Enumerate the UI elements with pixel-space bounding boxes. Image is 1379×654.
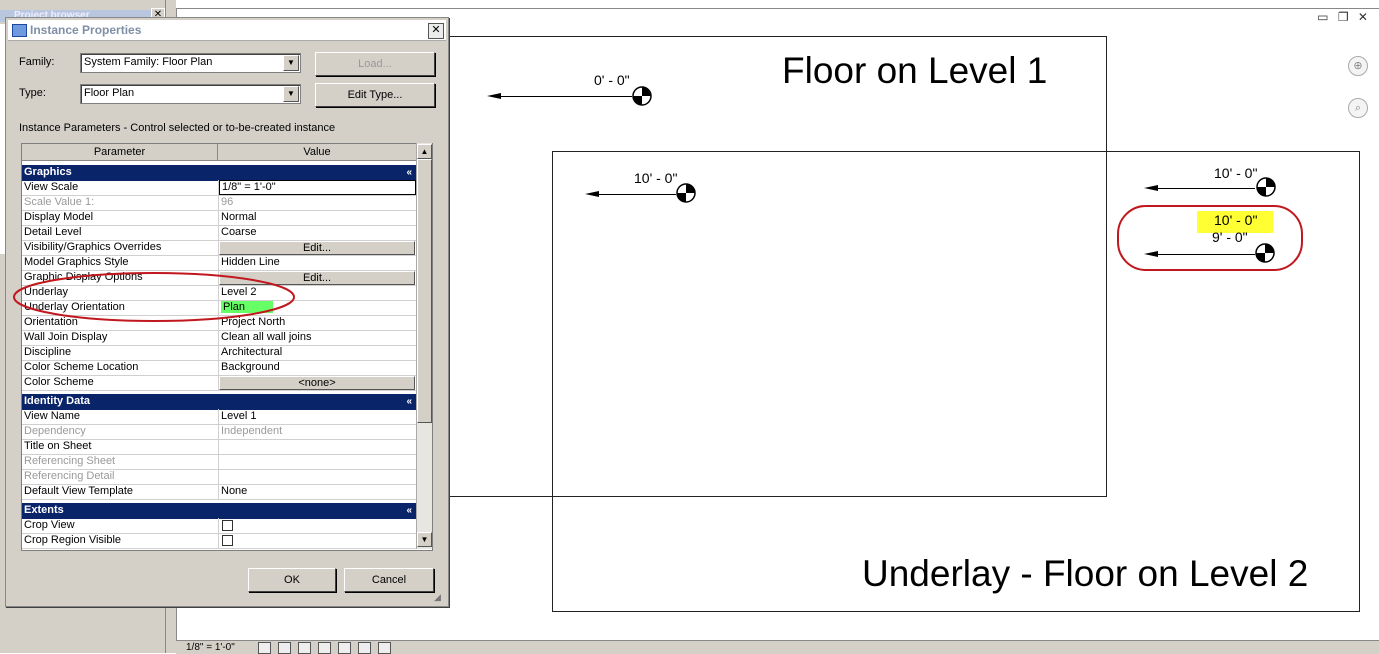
table-row: Referencing Detail — [22, 469, 416, 485]
elevation-value: 10' - 0" — [1214, 165, 1258, 181]
steering-wheel-icon[interactable]: ⊕ — [1348, 56, 1368, 76]
instance-parameters-caption: Instance Parameters - Control selected o… — [19, 122, 336, 134]
view-control-bar: 1/8" = 1'-0" — [176, 640, 1379, 654]
red-annotation-ellipse-dialog — [13, 272, 295, 322]
table-row[interactable]: Discipline Architectural — [22, 345, 416, 361]
table-row[interactable]: Detail Level Coarse — [22, 225, 416, 241]
load-button[interactable]: Load... — [315, 52, 435, 76]
type-label: Type: — [19, 87, 46, 99]
elevation-leader — [1157, 188, 1255, 189]
family-dropdown[interactable]: System Family: Floor Plan ▼ — [80, 53, 301, 73]
scroll-down-icon[interactable]: ▼ — [417, 532, 432, 547]
elevation-target-icon — [632, 86, 652, 106]
chevron-down-icon[interactable]: ▼ — [283, 86, 299, 102]
table-row: Referencing Sheet — [22, 454, 416, 470]
column-header-parameter[interactable]: Parameter — [22, 144, 218, 161]
collapse-icon[interactable]: « — [406, 503, 412, 518]
elevation-target-icon — [676, 183, 696, 203]
group-identity-data[interactable]: Identity Data « — [22, 394, 416, 410]
column-header-value[interactable]: Value — [218, 144, 417, 161]
elevation-leader — [500, 96, 632, 97]
view-scale-input[interactable]: 1/8" = 1'-0" — [219, 180, 416, 195]
scroll-thumb[interactable] — [417, 159, 432, 423]
color-scheme-button[interactable]: <none> — [219, 376, 415, 390]
table-row[interactable]: Display Model Normal — [22, 210, 416, 226]
family-label: Family: — [19, 56, 55, 68]
edit-type-button[interactable]: Edit Type... — [315, 83, 435, 107]
navigation-bar: ⊕ ⌕ — [1342, 38, 1372, 138]
show-crop-icon[interactable] — [338, 642, 351, 654]
table-row[interactable]: Crop Region Visible — [22, 533, 416, 549]
type-dropdown[interactable]: Floor Plan ▼ — [80, 84, 301, 104]
crop-view-icon[interactable] — [318, 642, 331, 654]
grid-scrollbar[interactable]: ▲ ▼ — [416, 143, 432, 549]
table-row: Scale Value 1: 96 — [22, 195, 416, 211]
group-extents[interactable]: Extents « — [22, 503, 416, 519]
temporary-hide-icon[interactable] — [358, 642, 371, 654]
instance-properties-dialog: Instance Properties ✕ Family: System Fam… — [5, 17, 449, 607]
underlay-floor-label: Underlay - Floor on Level 2 — [862, 553, 1309, 594]
elevation-value: 10' - 0" — [634, 170, 678, 186]
elevation-arrow-icon — [487, 93, 501, 99]
collapse-icon[interactable]: « — [406, 394, 412, 409]
reveal-hidden-icon[interactable] — [378, 642, 391, 654]
table-row[interactable]: Wall Join Display Clean all wall joins — [22, 330, 416, 346]
elevation-target-icon — [1256, 177, 1276, 197]
collapse-icon[interactable]: « — [406, 165, 412, 180]
elevation-arrow-icon — [585, 191, 599, 197]
table-row[interactable]: Default View Template None — [22, 484, 416, 500]
table-row[interactable]: View Name Level 1 — [22, 409, 416, 425]
close-icon[interactable]: ✕ — [428, 23, 444, 39]
zoom-icon[interactable]: ⌕ — [1348, 98, 1368, 118]
table-row[interactable]: Color Scheme <none> — [22, 375, 416, 391]
family-value: System Family: Floor Plan — [84, 56, 213, 68]
chevron-down-icon[interactable]: ▼ — [283, 55, 299, 71]
type-value: Floor Plan — [84, 87, 135, 99]
scroll-up-icon[interactable]: ▲ — [417, 144, 432, 159]
dialog-title: Instance Properties — [30, 23, 142, 37]
crop-view-checkbox[interactable] — [222, 520, 233, 531]
vg-overrides-edit-button[interactable]: Edit... — [219, 241, 415, 255]
ok-button[interactable]: OK — [248, 568, 336, 592]
elevation-arrow-icon — [1144, 185, 1158, 191]
red-annotation-ellipse-drawing — [1117, 205, 1303, 271]
table-row[interactable]: Color Scheme Location Background — [22, 360, 416, 376]
cancel-button[interactable]: Cancel — [344, 568, 434, 592]
view-window-controls[interactable]: ▭ ❐ ✕ — [1317, 10, 1371, 24]
crop-region-visible-checkbox[interactable] — [222, 535, 233, 546]
parameter-grid[interactable]: Parameter Value Graphics « View Scale 1/… — [21, 143, 433, 551]
table-row[interactable]: Crop View — [22, 518, 416, 534]
table-row[interactable]: Title on Sheet — [22, 439, 416, 455]
table-row: Dependency Independent — [22, 424, 416, 440]
visual-style-icon[interactable] — [278, 642, 291, 654]
elevation-value: 0' - 0" — [594, 72, 630, 88]
shadows-icon[interactable] — [298, 642, 311, 654]
dialog-title-bar[interactable]: Instance Properties ✕ — [8, 20, 446, 41]
detail-level-icon[interactable] — [258, 642, 271, 654]
table-row[interactable]: View Scale 1/8" = 1'-0" — [22, 180, 416, 196]
window-icon — [12, 24, 27, 37]
group-graphics[interactable]: Graphics « — [22, 165, 416, 181]
table-row[interactable]: Visibility/Graphics Overrides Edit... — [22, 240, 416, 256]
resize-grip-icon[interactable]: ◢ — [434, 592, 444, 602]
elevation-leader — [598, 194, 676, 195]
floor-level-1-label: Floor on Level 1 — [782, 50, 1048, 91]
view-scale-readout[interactable]: 1/8" = 1'-0" — [186, 641, 235, 654]
